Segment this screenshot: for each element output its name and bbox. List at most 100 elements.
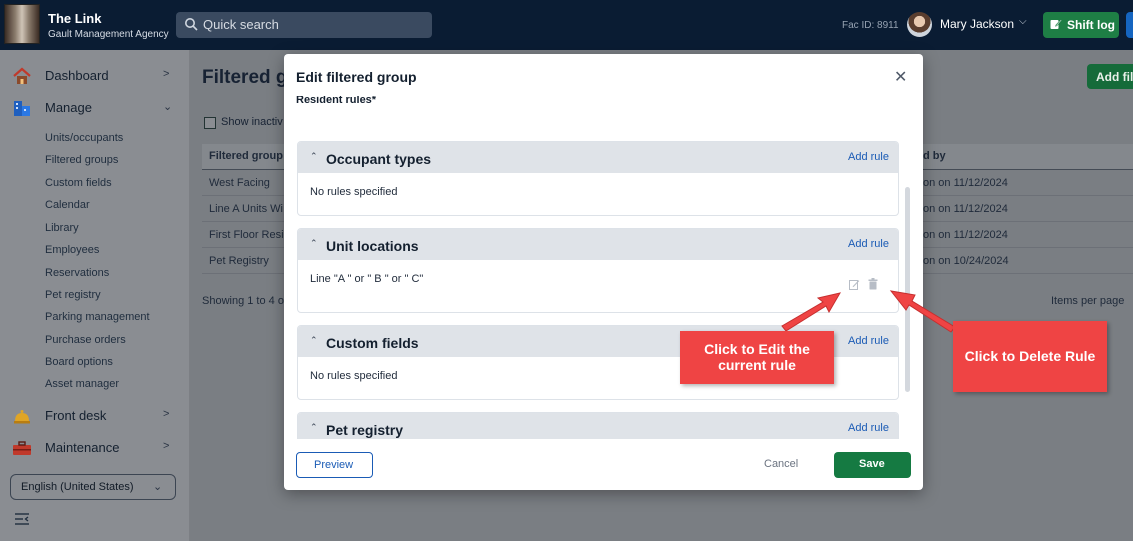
cell-group-name: West Facing (209, 177, 270, 189)
sidebar-subitem[interactable]: Library (45, 222, 79, 234)
add-rule-link[interactable]: Add rule (848, 151, 889, 163)
chevron-right-icon: > (163, 68, 170, 80)
search-placeholder: Quick search (203, 17, 279, 32)
preview-label: Preview (314, 459, 354, 471)
bell-icon (14, 410, 30, 424)
trash-icon[interactable] (868, 278, 878, 290)
page-title: Filtered g (202, 67, 288, 88)
topbar-edge-button[interactable] (1126, 12, 1133, 38)
chevron-down-icon[interactable]: ⌵ (1019, 16, 1027, 27)
edit-filtered-group-dialog: Edit filtered group ✕ Resident rules* ⌃ … (284, 54, 923, 490)
section-header[interactable]: ⌃ Unit locations Add rule (298, 229, 898, 260)
add-rule-link[interactable]: Add rule (848, 238, 889, 250)
house-icon (13, 67, 31, 84)
sidebar-subitem[interactable]: Units/occupants (45, 132, 123, 144)
save-label: Save (859, 458, 885, 470)
toolbox-icon (13, 441, 31, 455)
cell-modified: on on 11/12/2024 (923, 177, 1008, 189)
collapse-menu-icon[interactable] (14, 512, 30, 526)
add-filtered-group-button[interactable]: Add filt (1087, 64, 1133, 89)
app-title: The Link (48, 11, 102, 26)
dialog-scroll-area[interactable]: Resident rules* ⌃ Occupant types Add rul… (284, 96, 923, 439)
chevron-up-icon[interactable]: ⌃ (310, 335, 318, 346)
add-rule-link[interactable]: Add rule (848, 335, 889, 347)
sidebar-subitem[interactable]: Board options (45, 356, 113, 368)
chevron-up-icon[interactable]: ⌃ (310, 422, 318, 433)
dialog-title: Edit filtered group (296, 69, 417, 85)
note-edit-icon (1050, 19, 1062, 29)
sidebar-subitem[interactable]: Custom fields (45, 177, 112, 189)
sidebar-subitem[interactable]: Calendar (45, 199, 90, 211)
pagination-summary: Showing 1 to 4 o (202, 295, 284, 307)
show-inactive-checkbox[interactable] (204, 117, 216, 129)
sidebar-item-front-desk[interactable]: Front desk > (0, 403, 190, 429)
sidebar-item-manage[interactable]: Manage ⌄ (0, 95, 190, 121)
section-pet-registry: ⌃ Pet registry Add rule (297, 412, 899, 439)
cell-group-name: Pet Registry (209, 255, 269, 267)
language-value: English (United States) (21, 481, 134, 493)
sidebar-subitem[interactable]: Parking management (45, 311, 150, 323)
section-header[interactable]: ⌃ Occupant types Add rule (298, 142, 898, 173)
cell-group-name: Line A Units Wi (209, 203, 283, 215)
chevron-up-icon[interactable]: ⌃ (310, 151, 318, 162)
cancel-button[interactable]: Cancel (764, 458, 798, 470)
sidebar-subitem[interactable]: Reservations (45, 267, 109, 279)
section-unit-locations: ⌃ Unit locations Add rule Line "A " or "… (297, 228, 899, 313)
column-header-modified[interactable]: d by (923, 150, 946, 162)
sidebar-subitem[interactable]: Employees (45, 244, 99, 256)
callout-text: Click to Delete Rule (964, 348, 1096, 364)
cell-modified: on on 11/12/2024 (923, 203, 1008, 215)
building-icon (14, 101, 30, 116)
items-per-page-label: Items per page (1051, 295, 1125, 307)
section-body-text: No rules specified (310, 186, 398, 198)
sidebar-subitem[interactable]: Asset manager (45, 378, 119, 390)
callout-text: Click to Edit the (704, 341, 810, 357)
cell-group-name: First Floor Resi (209, 229, 284, 241)
top-bar: The Link Gault Management Agency Quick s… (0, 0, 1133, 50)
add-button-label: Add filt (1096, 70, 1133, 84)
scrollbar[interactable] (905, 187, 910, 392)
shift-log-button[interactable]: Shift log (1043, 12, 1119, 38)
edit-rule-callout: Click to Edit the current rule (680, 331, 834, 384)
rule-text: Line "A " or " B " or " C" (310, 273, 424, 285)
sidebar-item-maintenance[interactable]: Maintenance > (0, 435, 190, 461)
sidebar-label: Front desk (45, 408, 107, 423)
edit-icon[interactable] (849, 279, 860, 290)
shift-log-label: Shift log (1067, 18, 1115, 32)
sidebar-subitem[interactable]: Purchase orders (45, 334, 126, 346)
close-icon[interactable]: ✕ (894, 67, 907, 87)
sidebar: Dashboard > Manage ⌄ Units/occupants Fil… (0, 50, 190, 541)
chevron-up-icon[interactable]: ⌃ (310, 238, 318, 249)
sidebar-subitem[interactable]: Pet registry (45, 289, 101, 301)
sidebar-label: Manage (45, 100, 92, 115)
section-title: Unit locations (326, 238, 419, 254)
save-button[interactable]: Save (834, 452, 911, 478)
add-rule-link[interactable]: Add rule (848, 422, 889, 434)
section-title: Custom fields (326, 335, 419, 351)
facility-id: Fac ID: 8911 (842, 20, 899, 31)
sidebar-label: Maintenance (45, 440, 120, 455)
section-header[interactable]: ⌃ Pet registry Add rule (298, 413, 898, 439)
chevron-right-icon: > (163, 440, 170, 452)
quick-search-input[interactable]: Quick search (176, 12, 432, 38)
cell-modified: on on 11/12/2024 (923, 229, 1008, 241)
user-name[interactable]: Mary Jackson (940, 17, 1014, 31)
column-header-group[interactable]: Filtered group n (209, 150, 293, 162)
callout-text: current rule (718, 357, 796, 373)
search-icon (185, 18, 198, 31)
language-select[interactable]: English (United States) ⌄ (10, 474, 176, 500)
preview-button[interactable]: Preview (296, 452, 373, 478)
app-subtitle: Gault Management Agency (48, 29, 169, 40)
section-title: Occupant types (326, 151, 432, 167)
sidebar-subitem[interactable]: Filtered groups (45, 154, 118, 166)
delete-rule-callout: Click to Delete Rule (953, 321, 1107, 392)
section-title: Pet registry (326, 422, 404, 438)
show-inactive-label: Show inactiv (221, 116, 283, 128)
property-logo[interactable] (4, 4, 40, 44)
resident-rules-label: Resident rules* (296, 96, 377, 106)
chevron-down-icon: ⌄ (153, 481, 163, 493)
chevron-right-icon: > (163, 408, 170, 420)
sidebar-item-dashboard[interactable]: Dashboard > (0, 63, 190, 89)
sidebar-label: Dashboard (45, 68, 109, 83)
avatar[interactable] (907, 12, 932, 37)
